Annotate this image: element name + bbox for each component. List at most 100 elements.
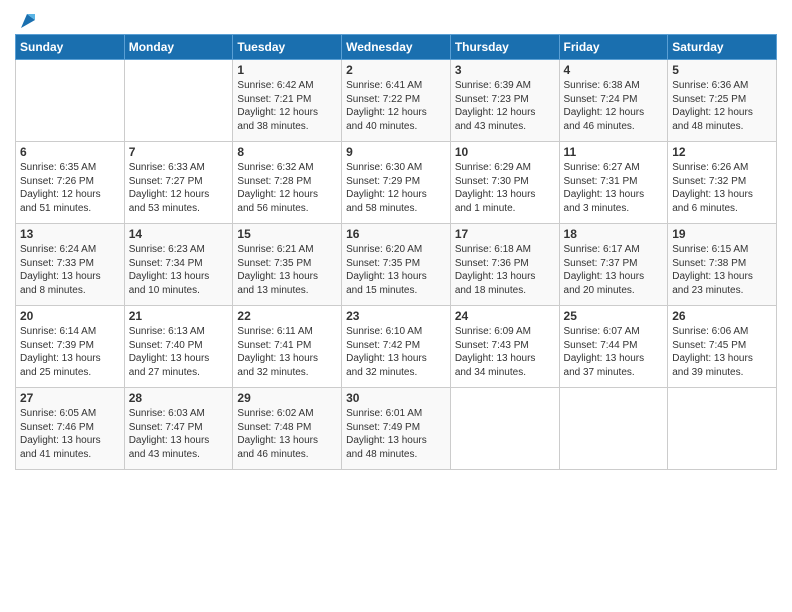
calendar-week-row: 27 Sunrise: 6:05 AM Sunset: 7:46 PM Dayli… bbox=[16, 388, 777, 470]
day-info: Sunrise: 6:29 AM Sunset: 7:30 PM Dayligh… bbox=[455, 161, 555, 215]
day-number: 12 bbox=[672, 145, 772, 159]
day-info: Sunrise: 6:38 AM Sunset: 7:24 PM Dayligh… bbox=[564, 79, 664, 133]
day-number: 19 bbox=[672, 227, 772, 241]
calendar-cell: 14 Sunrise: 6:23 AM Sunset: 7:34 PM Dayli… bbox=[124, 224, 233, 306]
day-info: Sunrise: 6:32 AM Sunset: 7:28 PM Dayligh… bbox=[237, 161, 337, 215]
calendar-week-row: 6 Sunrise: 6:35 AM Sunset: 7:26 PM Daylig… bbox=[16, 142, 777, 224]
day-number: 21 bbox=[129, 309, 229, 323]
day-info: Sunrise: 6:03 AM Sunset: 7:47 PM Dayligh… bbox=[129, 407, 229, 461]
calendar-cell: 28 Sunrise: 6:03 AM Sunset: 7:47 PM Dayli… bbox=[124, 388, 233, 470]
calendar-cell: 12 Sunrise: 6:26 AM Sunset: 7:32 PM Dayli… bbox=[668, 142, 777, 224]
weekday-header: Tuesday bbox=[233, 35, 342, 60]
day-number: 22 bbox=[237, 309, 337, 323]
calendar-cell: 27 Sunrise: 6:05 AM Sunset: 7:46 PM Dayli… bbox=[16, 388, 125, 470]
calendar-cell: 30 Sunrise: 6:01 AM Sunset: 7:49 PM Dayli… bbox=[342, 388, 451, 470]
day-info: Sunrise: 6:35 AM Sunset: 7:26 PM Dayligh… bbox=[20, 161, 120, 215]
day-info: Sunrise: 6:18 AM Sunset: 7:36 PM Dayligh… bbox=[455, 243, 555, 297]
day-info: Sunrise: 6:06 AM Sunset: 7:45 PM Dayligh… bbox=[672, 325, 772, 379]
day-number: 8 bbox=[237, 145, 337, 159]
day-number: 1 bbox=[237, 63, 337, 77]
calendar-cell: 7Sunrise: 6:33 AM Sunset: 7:27 PM Daylig… bbox=[124, 142, 233, 224]
day-number: 11 bbox=[564, 145, 664, 159]
calendar-cell: 2 Sunrise: 6:41 AM Sunset: 7:22 PM Daylig… bbox=[342, 60, 451, 142]
day-info: Sunrise: 6:05 AM Sunset: 7:46 PM Dayligh… bbox=[20, 407, 120, 461]
calendar-cell: 10 Sunrise: 6:29 AM Sunset: 7:30 PM Dayli… bbox=[450, 142, 559, 224]
weekday-header: Wednesday bbox=[342, 35, 451, 60]
day-number: 9 bbox=[346, 145, 446, 159]
day-number: 4 bbox=[564, 63, 664, 77]
day-number: 30 bbox=[346, 391, 446, 405]
day-info: Sunrise: 6:09 AM Sunset: 7:43 PM Dayligh… bbox=[455, 325, 555, 379]
day-number: 13 bbox=[20, 227, 120, 241]
day-info: Sunrise: 6:30 AM Sunset: 7:29 PM Dayligh… bbox=[346, 161, 446, 215]
day-info: Sunrise: 6:23 AM Sunset: 7:34 PM Dayligh… bbox=[129, 243, 229, 297]
day-info: Sunrise: 6:27 AM Sunset: 7:31 PM Dayligh… bbox=[564, 161, 664, 215]
day-number: 20 bbox=[20, 309, 120, 323]
calendar-cell: 26 Sunrise: 6:06 AM Sunset: 7:45 PM Dayli… bbox=[668, 306, 777, 388]
day-info: Sunrise: 6:36 AM Sunset: 7:25 PM Dayligh… bbox=[672, 79, 772, 133]
calendar-cell: 8 Sunrise: 6:32 AM Sunset: 7:28 PM Daylig… bbox=[233, 142, 342, 224]
day-number: 7 bbox=[129, 145, 229, 159]
day-number: 14 bbox=[129, 227, 229, 241]
day-number: 28 bbox=[129, 391, 229, 405]
page: SundayMondayTuesdayWednesdayThursdayFrid… bbox=[0, 0, 792, 612]
calendar-cell bbox=[668, 388, 777, 470]
calendar-cell: 18 Sunrise: 6:17 AM Sunset: 7:37 PM Dayli… bbox=[559, 224, 668, 306]
logo bbox=[15, 10, 39, 28]
calendar-cell: 17Sunrise: 6:18 AM Sunset: 7:36 PM Dayli… bbox=[450, 224, 559, 306]
weekday-header: Sunday bbox=[16, 35, 125, 60]
calendar-cell: 11 Sunrise: 6:27 AM Sunset: 7:31 PM Dayli… bbox=[559, 142, 668, 224]
day-number: 24 bbox=[455, 309, 555, 323]
calendar-week-row: 13 Sunrise: 6:24 AM Sunset: 7:33 PM Dayli… bbox=[16, 224, 777, 306]
day-number: 23 bbox=[346, 309, 446, 323]
calendar-cell: 4 Sunrise: 6:38 AM Sunset: 7:24 PM Daylig… bbox=[559, 60, 668, 142]
day-info: Sunrise: 6:01 AM Sunset: 7:49 PM Dayligh… bbox=[346, 407, 446, 461]
day-info: Sunrise: 6:10 AM Sunset: 7:42 PM Dayligh… bbox=[346, 325, 446, 379]
calendar-week-row: 1 Sunrise: 6:42 AM Sunset: 7:21 PM Daylig… bbox=[16, 60, 777, 142]
calendar-cell: 5Sunrise: 6:36 AM Sunset: 7:25 PM Daylig… bbox=[668, 60, 777, 142]
day-number: 29 bbox=[237, 391, 337, 405]
day-number: 25 bbox=[564, 309, 664, 323]
calendar-cell: 23 Sunrise: 6:10 AM Sunset: 7:42 PM Dayli… bbox=[342, 306, 451, 388]
day-info: Sunrise: 6:24 AM Sunset: 7:33 PM Dayligh… bbox=[20, 243, 120, 297]
calendar-cell bbox=[16, 60, 125, 142]
day-info: Sunrise: 6:14 AM Sunset: 7:39 PM Dayligh… bbox=[20, 325, 120, 379]
day-info: Sunrise: 6:41 AM Sunset: 7:22 PM Dayligh… bbox=[346, 79, 446, 133]
day-info: Sunrise: 6:11 AM Sunset: 7:41 PM Dayligh… bbox=[237, 325, 337, 379]
day-number: 6 bbox=[20, 145, 120, 159]
day-number: 10 bbox=[455, 145, 555, 159]
day-info: Sunrise: 6:26 AM Sunset: 7:32 PM Dayligh… bbox=[672, 161, 772, 215]
calendar-cell: 19 Sunrise: 6:15 AM Sunset: 7:38 PM Dayli… bbox=[668, 224, 777, 306]
calendar-cell: 6 Sunrise: 6:35 AM Sunset: 7:26 PM Daylig… bbox=[16, 142, 125, 224]
day-number: 26 bbox=[672, 309, 772, 323]
calendar-header-row: SundayMondayTuesdayWednesdayThursdayFrid… bbox=[16, 35, 777, 60]
calendar-cell: 21Sunrise: 6:13 AM Sunset: 7:40 PM Dayli… bbox=[124, 306, 233, 388]
weekday-header: Friday bbox=[559, 35, 668, 60]
calendar-cell: 24 Sunrise: 6:09 AM Sunset: 7:43 PM Dayli… bbox=[450, 306, 559, 388]
day-info: Sunrise: 6:15 AM Sunset: 7:38 PM Dayligh… bbox=[672, 243, 772, 297]
day-number: 2 bbox=[346, 63, 446, 77]
calendar-cell: 13 Sunrise: 6:24 AM Sunset: 7:33 PM Dayli… bbox=[16, 224, 125, 306]
calendar-cell: 15Sunrise: 6:21 AM Sunset: 7:35 PM Dayli… bbox=[233, 224, 342, 306]
day-info: Sunrise: 6:20 AM Sunset: 7:35 PM Dayligh… bbox=[346, 243, 446, 297]
calendar-table: SundayMondayTuesdayWednesdayThursdayFrid… bbox=[15, 34, 777, 470]
logo-icon bbox=[17, 10, 39, 32]
day-info: Sunrise: 6:39 AM Sunset: 7:23 PM Dayligh… bbox=[455, 79, 555, 133]
calendar-cell: 20 Sunrise: 6:14 AM Sunset: 7:39 PM Dayli… bbox=[16, 306, 125, 388]
calendar-cell: 25Sunrise: 6:07 AM Sunset: 7:44 PM Dayli… bbox=[559, 306, 668, 388]
calendar-cell bbox=[450, 388, 559, 470]
day-number: 27 bbox=[20, 391, 120, 405]
calendar-cell: 29Sunrise: 6:02 AM Sunset: 7:48 PM Dayli… bbox=[233, 388, 342, 470]
day-info: Sunrise: 6:42 AM Sunset: 7:21 PM Dayligh… bbox=[237, 79, 337, 133]
calendar-cell: 16 Sunrise: 6:20 AM Sunset: 7:35 PM Dayli… bbox=[342, 224, 451, 306]
header bbox=[15, 10, 777, 28]
calendar-cell: 22 Sunrise: 6:11 AM Sunset: 7:41 PM Dayli… bbox=[233, 306, 342, 388]
calendar-cell: 3Sunrise: 6:39 AM Sunset: 7:23 PM Daylig… bbox=[450, 60, 559, 142]
calendar-cell bbox=[124, 60, 233, 142]
day-number: 16 bbox=[346, 227, 446, 241]
day-info: Sunrise: 6:17 AM Sunset: 7:37 PM Dayligh… bbox=[564, 243, 664, 297]
day-number: 18 bbox=[564, 227, 664, 241]
calendar-cell bbox=[559, 388, 668, 470]
weekday-header: Saturday bbox=[668, 35, 777, 60]
day-info: Sunrise: 6:21 AM Sunset: 7:35 PM Dayligh… bbox=[237, 243, 337, 297]
